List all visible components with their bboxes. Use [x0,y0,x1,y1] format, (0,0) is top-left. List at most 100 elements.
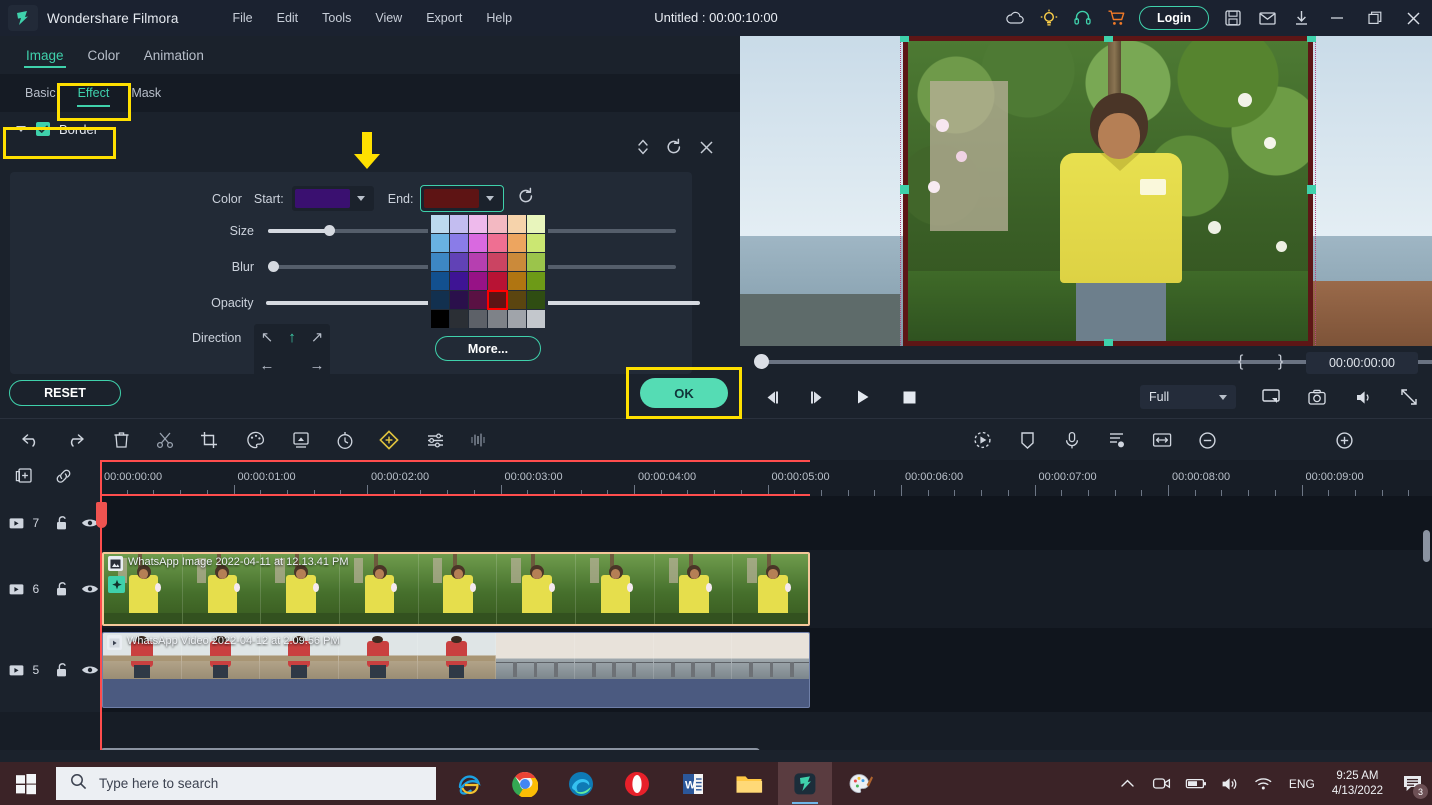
direction-up-left-button[interactable]: ↖ [256,326,278,348]
windows-start-icon[interactable] [0,762,52,805]
headset-icon[interactable] [1066,0,1100,36]
selection-handle-bottom-center[interactable] [1104,339,1113,346]
direction-right-button[interactable]: → [306,354,328,376]
palette-swatch[interactable] [507,233,527,252]
cart-icon[interactable] [1100,0,1134,36]
adjust-icon[interactable] [418,419,452,461]
menu-item-help[interactable]: Help [474,6,524,30]
palette-swatch[interactable] [449,252,469,271]
end-color-swatch[interactable] [424,189,480,208]
fit-timeline-icon[interactable] [1145,419,1179,461]
palette-swatch[interactable] [449,233,469,252]
playhead-handle[interactable] [96,502,107,528]
reset-button[interactable]: RESET [9,380,121,406]
end-color-dropdown[interactable] [420,185,505,212]
palette-swatch[interactable] [449,290,469,309]
previous-frame-icon[interactable] [748,378,794,416]
minimize-icon[interactable] [1318,0,1356,36]
palette-swatch[interactable] [469,271,488,290]
timeline-ruler[interactable]: 00:00:00:00 00:00:01:00 00:00:02:00 00:00:0… [0,460,1432,496]
zoom-out-icon[interactable] [1190,419,1224,461]
tab-animation[interactable]: Animation [132,36,216,74]
palette-swatch[interactable] [507,309,527,328]
reset-color-icon[interactable] [517,187,535,210]
palette-swatch[interactable] [430,252,449,271]
palette-swatch[interactable] [527,309,546,328]
direction-left-button[interactable]: ← [256,354,278,376]
palette-swatch[interactable] [507,252,527,271]
palette-swatch[interactable] [527,252,546,271]
palette-swatch[interactable] [527,271,546,290]
track-5[interactable]: 5 WhatsApp Video 2022-04-12 at 2.09.56 P… [0,628,1432,712]
paint-3d-icon[interactable] [834,762,888,805]
next-frame-icon[interactable] [794,378,840,416]
filmora-icon[interactable] [778,762,832,805]
menu-item-edit[interactable]: Edit [265,6,311,30]
download-icon[interactable] [1284,0,1318,36]
show-hidden-icons-icon[interactable] [1111,762,1145,805]
palette-swatch[interactable] [487,289,508,310]
direction-up-button[interactable]: ↑ [281,326,303,348]
record-voiceover-icon[interactable] [1055,419,1089,461]
undo-icon[interactable] [14,419,48,461]
meet-now-icon[interactable] [1145,762,1179,805]
palette-swatch[interactable] [430,214,449,233]
chevron-down-icon[interactable] [356,196,365,201]
palette-swatch[interactable] [488,214,507,233]
cloud-icon[interactable] [998,0,1032,36]
opera-icon[interactable] [610,762,664,805]
tab-image[interactable]: Image [14,36,76,74]
palette-swatch[interactable] [488,233,507,252]
chevron-down-icon[interactable] [486,196,495,201]
palette-swatch[interactable] [488,271,507,290]
save-icon[interactable] [1216,0,1250,36]
start-color-swatch[interactable] [294,189,350,208]
preview-quality-select[interactable]: Full [1140,385,1236,409]
zoom-in-icon[interactable] [1327,419,1361,461]
tab-color[interactable]: Color [76,36,132,74]
selection-handle-top-left[interactable] [900,36,909,42]
palette-swatch[interactable] [449,309,469,328]
reorder-chevrons-icon[interactable] [630,135,656,159]
video-preview[interactable] [740,36,1432,346]
maximize-icon[interactable] [1356,0,1394,36]
palette-swatch[interactable] [469,309,488,328]
crop-icon[interactable] [192,419,226,461]
effect-icon[interactable] [108,576,125,593]
mail-icon[interactable] [1250,0,1284,36]
start-color-dropdown[interactable] [291,186,374,211]
microsoft-word-icon[interactable]: W [666,762,720,805]
close-icon[interactable] [1394,0,1432,36]
palette-swatch[interactable] [507,290,527,309]
wifi-icon[interactable] [1247,762,1281,805]
marker-icon[interactable] [1010,419,1044,461]
search-input[interactable]: Type here to search [56,767,436,800]
menu-item-tools[interactable]: Tools [310,6,363,30]
palette-swatch[interactable] [430,233,449,252]
battery-icon[interactable] [1179,762,1213,805]
keyframe-icon[interactable] [372,419,406,461]
login-button[interactable]: Login [1138,6,1209,30]
split-icon[interactable] [148,419,182,461]
timeline-clip-video[interactable]: WhatsApp Video 2022-04-12 at 2.09.56 PM [102,632,810,708]
palette-swatch[interactable] [430,309,449,328]
reset-icon[interactable] [661,135,687,159]
action-center-icon[interactable]: 3 [1392,762,1432,805]
palette-swatch[interactable] [449,214,469,233]
seek-knob[interactable] [754,354,769,369]
selection-handle-right[interactable] [1307,185,1316,194]
redo-icon[interactable] [58,419,92,461]
palette-swatch[interactable] [527,233,546,252]
snapshot-icon[interactable] [1294,378,1340,416]
palette-swatch[interactable] [507,214,527,233]
file-explorer-icon[interactable] [722,762,776,805]
palette-swatch[interactable] [469,252,488,271]
palette-swatch[interactable] [449,271,469,290]
mark-in-icon[interactable]: { [1238,353,1243,371]
preview-seek-bar[interactable]: { } 00:00:00:00 [740,346,1432,378]
eye-icon[interactable] [80,664,100,676]
palette-swatch[interactable] [430,271,449,290]
palette-swatch[interactable] [469,233,488,252]
fullscreen-icon[interactable] [1386,378,1432,416]
palette-swatch[interactable] [507,271,527,290]
